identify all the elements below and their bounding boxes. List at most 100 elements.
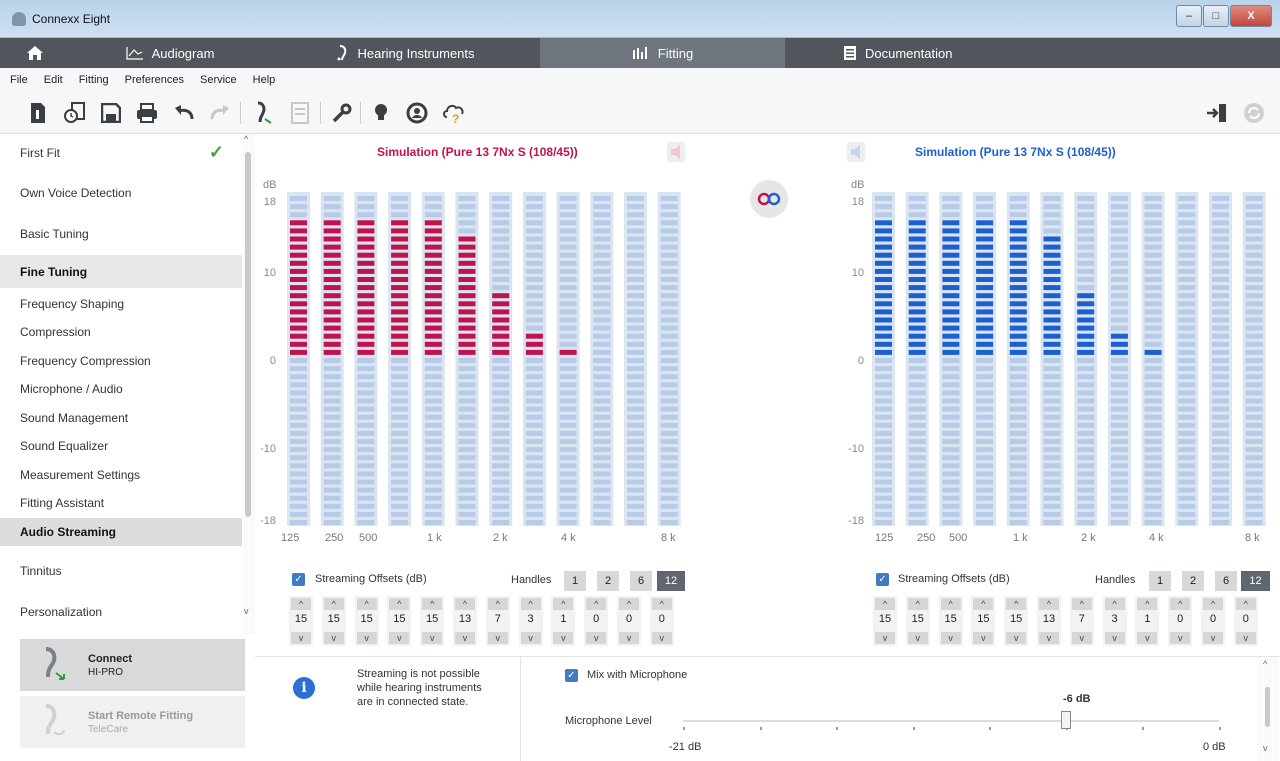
- offset-stepper[interactable]: ^ 0 v: [1233, 596, 1258, 646]
- chevron-down-icon[interactable]: v: [973, 632, 994, 644]
- bar-column[interactable]: [1110, 196, 1128, 525]
- offset-stepper[interactable]: ^ 1 v: [1135, 596, 1160, 646]
- chevron-up-icon[interactable]: ^: [1039, 598, 1059, 610]
- sidebar-item-audio-streaming[interactable]: Audio Streaming: [0, 518, 242, 546]
- chevron-down-icon[interactable]: v: [553, 632, 574, 644]
- sidebar-item-basic-tuning[interactable]: Basic Tuning: [0, 215, 242, 252]
- right-handle-2[interactable]: 2: [1182, 571, 1204, 591]
- scroll-down-icon[interactable]: v: [1263, 743, 1268, 753]
- chevron-down-icon[interactable]: v: [1203, 632, 1223, 644]
- bar-column[interactable]: [391, 196, 409, 525]
- print-icon[interactable]: [135, 100, 159, 126]
- chevron-up-icon[interactable]: ^: [520, 598, 541, 610]
- menu-help[interactable]: Help: [245, 74, 284, 86]
- offset-stepper[interactable]: ^ 15 v: [873, 596, 897, 646]
- chevron-down-icon[interactable]: v: [586, 632, 607, 644]
- left-handle-12[interactable]: 12: [657, 571, 685, 591]
- chevron-up-icon[interactable]: ^: [356, 598, 377, 610]
- chevron-down-icon[interactable]: v: [487, 632, 508, 644]
- right-streaming-offsets-checkbox[interactable]: ✓: [876, 573, 889, 586]
- bar-column[interactable]: [492, 196, 510, 525]
- tab-documentation[interactable]: Documentation: [785, 38, 1030, 68]
- start-remote-fitting-button[interactable]: Start Remote Fitting TeleCare: [20, 696, 245, 748]
- scrollbar-thumb[interactable]: [1265, 687, 1270, 727]
- bar-column[interactable]: [1009, 196, 1027, 525]
- tab-fitting[interactable]: Fitting: [540, 38, 785, 68]
- scrollbar-thumb[interactable]: [245, 152, 251, 517]
- offset-stepper[interactable]: ^ 3 v: [518, 596, 543, 646]
- offset-stepper[interactable]: ^ 0 v: [584, 596, 609, 646]
- chevron-up-icon[interactable]: ^: [1170, 598, 1191, 610]
- scroll-up-icon[interactable]: ^: [1263, 659, 1267, 669]
- bar-column[interactable]: [1077, 196, 1095, 525]
- bar-column[interactable]: [593, 196, 611, 525]
- chevron-up-icon[interactable]: ^: [422, 598, 443, 610]
- sidebar-item-compression[interactable]: Compression: [0, 318, 242, 346]
- bar-column[interactable]: [942, 196, 960, 525]
- offset-stepper[interactable]: ^ 0 v: [1201, 596, 1225, 646]
- bar-column[interactable]: [525, 196, 543, 525]
- chevron-down-icon[interactable]: v: [651, 632, 672, 644]
- sidebar-item-fitting-assistant[interactable]: Fitting Assistant: [0, 489, 242, 517]
- chevron-up-icon[interactable]: ^: [323, 598, 344, 610]
- connect-button[interactable]: Connect HI-PRO: [20, 639, 245, 691]
- bar-column[interactable]: [875, 196, 892, 525]
- user-icon[interactable]: [405, 100, 429, 126]
- detect-instrument-icon[interactable]: [250, 100, 274, 126]
- bar-column[interactable]: [1212, 196, 1229, 525]
- chevron-down-icon[interactable]: v: [520, 632, 541, 644]
- left-handle-2[interactable]: 2: [597, 571, 619, 591]
- chevron-down-icon[interactable]: v: [619, 632, 639, 644]
- menu-fitting[interactable]: Fitting: [71, 74, 117, 86]
- right-handle-6[interactable]: 6: [1215, 571, 1237, 591]
- chevron-down-icon[interactable]: v: [291, 632, 311, 644]
- bar-column[interactable]: [976, 196, 994, 525]
- chevron-down-icon[interactable]: v: [940, 632, 961, 644]
- chevron-up-icon[interactable]: ^: [291, 598, 311, 610]
- chevron-down-icon[interactable]: v: [1071, 632, 1092, 644]
- chevron-up-icon[interactable]: ^: [619, 598, 639, 610]
- chevron-up-icon[interactable]: ^: [1071, 598, 1092, 610]
- offset-stepper[interactable]: ^ 3 v: [1102, 596, 1127, 646]
- bar-column[interactable]: [627, 196, 644, 525]
- offset-stepper[interactable]: ^ 15 v: [938, 596, 963, 646]
- offset-stepper[interactable]: ^ 15 v: [971, 596, 996, 646]
- chevron-up-icon[interactable]: ^: [553, 598, 574, 610]
- maximize-button[interactable]: □: [1203, 5, 1229, 27]
- exit-icon[interactable]: [1205, 100, 1229, 126]
- chevron-down-icon[interactable]: v: [1039, 632, 1059, 644]
- history-icon[interactable]: [63, 100, 87, 126]
- sidebar-item-tinnitus[interactable]: Tinnitus: [0, 552, 242, 589]
- menu-service[interactable]: Service: [192, 74, 245, 86]
- left-handle-1[interactable]: 1: [564, 571, 586, 591]
- lightbulb-icon[interactable]: [369, 100, 393, 126]
- right-gain-chart[interactable]: [872, 192, 1272, 526]
- chevron-up-icon[interactable]: ^: [1203, 598, 1223, 610]
- chevron-down-icon[interactable]: v: [1006, 632, 1027, 644]
- chevron-up-icon[interactable]: ^: [586, 598, 607, 610]
- bar-column[interactable]: [908, 196, 926, 525]
- sidebar-header-fine-tuning[interactable]: Fine Tuning: [0, 255, 242, 288]
- chevron-down-icon[interactable]: v: [323, 632, 344, 644]
- chevron-up-icon[interactable]: ^: [487, 598, 508, 610]
- sidebar-item-sound-equalizer[interactable]: Sound Equalizer: [0, 432, 242, 460]
- offset-stepper[interactable]: ^ 13 v: [1037, 596, 1061, 646]
- chevron-down-icon[interactable]: v: [389, 632, 410, 644]
- microphone-level-slider-thumb[interactable]: [1060, 711, 1071, 729]
- bar-column[interactable]: [1144, 196, 1162, 525]
- chevron-down-icon[interactable]: v: [907, 632, 928, 644]
- offset-stepper[interactable]: ^ 7 v: [1069, 596, 1094, 646]
- left-gain-chart[interactable]: [287, 192, 687, 526]
- offset-stepper[interactable]: ^ 0 v: [649, 596, 674, 646]
- chevron-up-icon[interactable]: ^: [455, 598, 475, 610]
- cloud-help-icon[interactable]: ?: [442, 100, 466, 126]
- sidebar-item-sound-management[interactable]: Sound Management: [0, 404, 242, 432]
- tab-audiogram[interactable]: Audiogram: [70, 38, 270, 68]
- sidebar-item-first-fit[interactable]: First Fit ✓: [0, 134, 242, 171]
- mix-with-microphone-checkbox[interactable]: ✓: [565, 669, 578, 682]
- chevron-down-icon[interactable]: v: [455, 632, 475, 644]
- offset-stepper[interactable]: ^ 15 v: [354, 596, 379, 646]
- chevron-up-icon[interactable]: ^: [973, 598, 994, 610]
- menu-file[interactable]: File: [10, 74, 36, 86]
- scroll-up-icon[interactable]: ^: [244, 134, 248, 144]
